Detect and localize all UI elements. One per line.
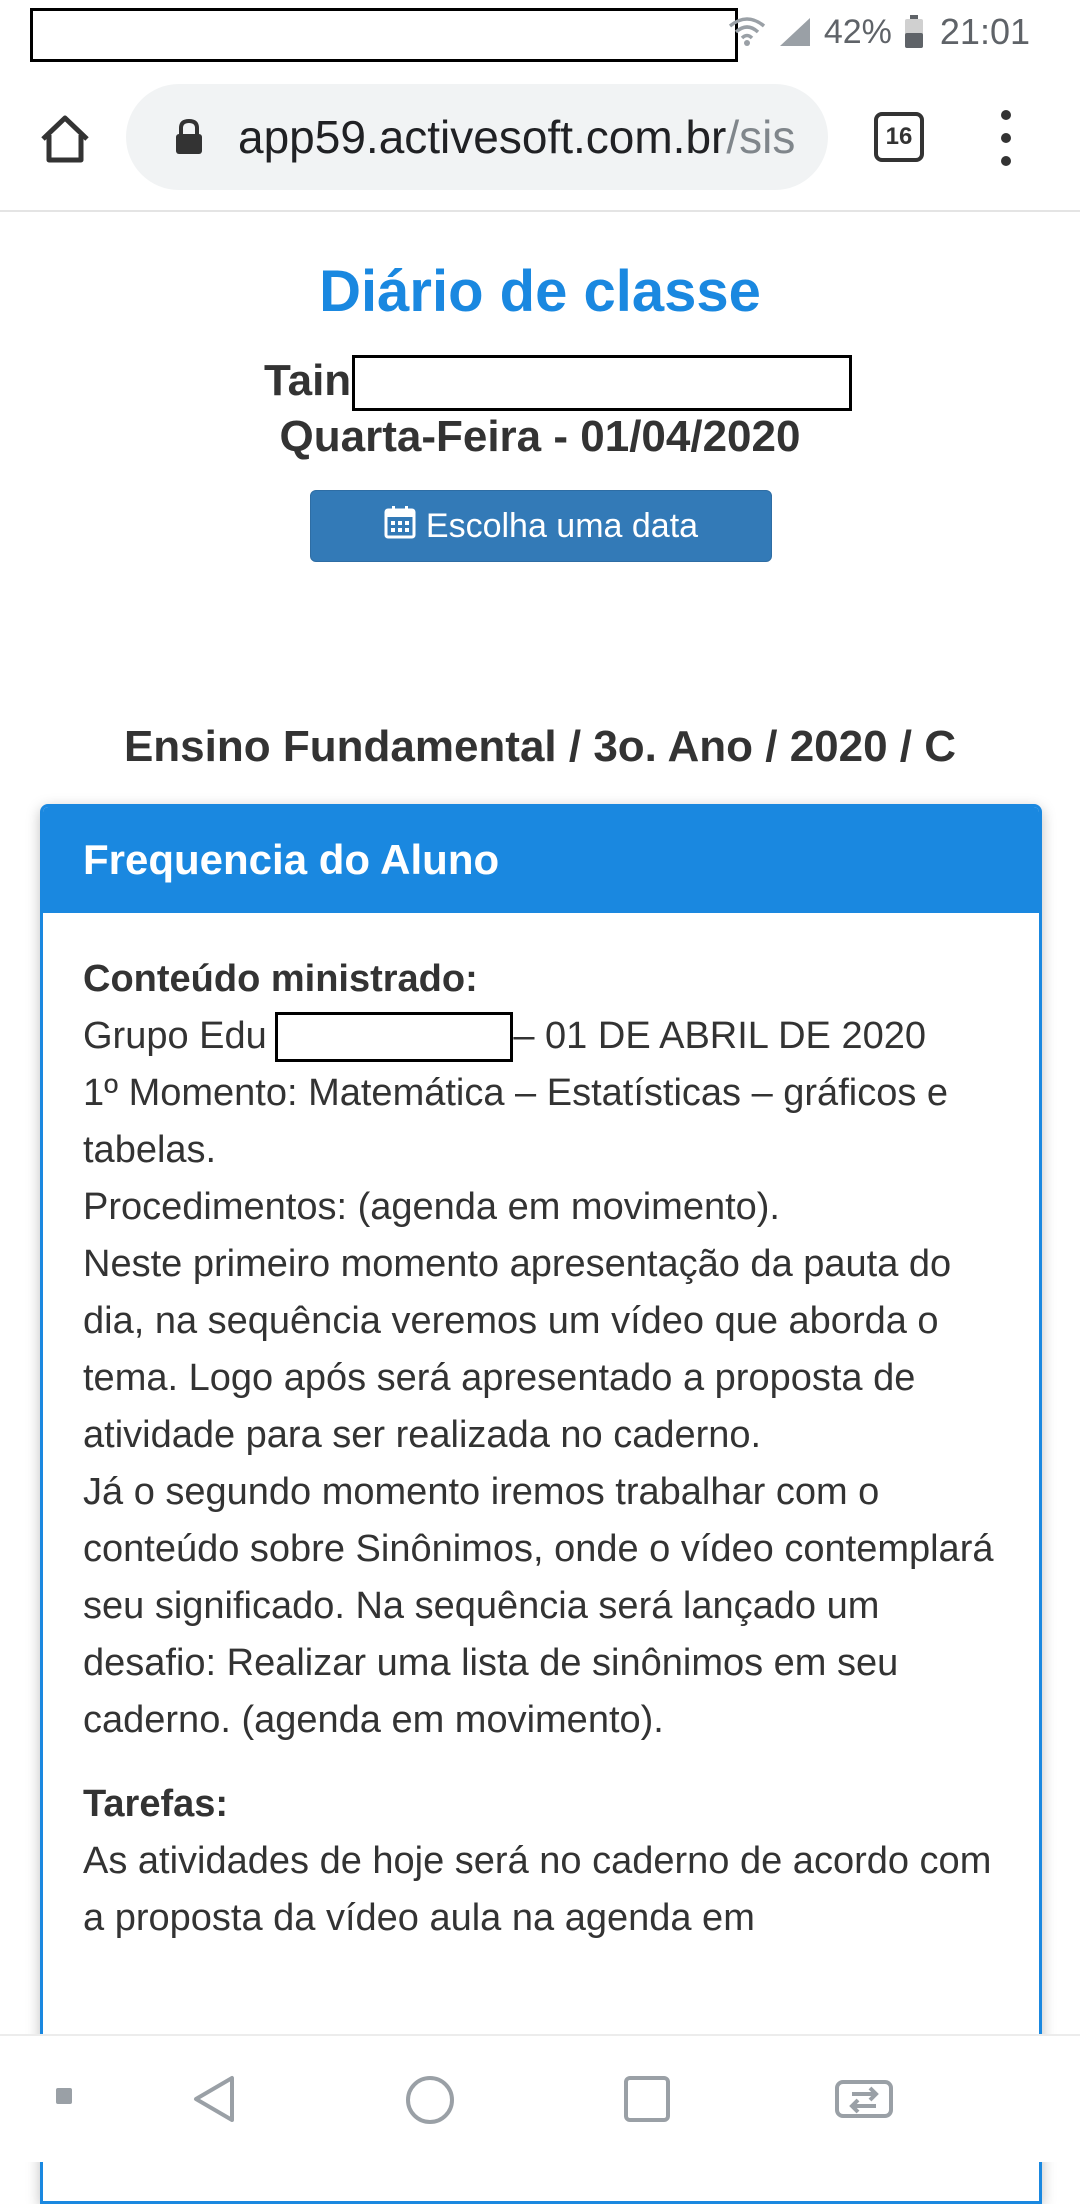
tab-switcher-button[interactable]: 16: [874, 112, 924, 162]
browser-menu-button[interactable]: [986, 110, 1026, 166]
content-label: Conteúdo ministrado:: [83, 958, 478, 1000]
lock-icon: [174, 118, 204, 161]
content-paragraph: Já o segundo momento iremos trabalhar co…: [83, 1471, 994, 1741]
date-line: Quarta-Feira - 01/04/2020: [279, 412, 801, 461]
redacted-group-name: [275, 1012, 513, 1062]
choose-date-label: Escolha uma data: [425, 506, 699, 545]
url-host: app59.activesoft.com.br: [238, 111, 727, 163]
content-paragraph: Procedimentos: (agenda em movimento).: [83, 1186, 780, 1228]
panel-header: Frequencia do Aluno: [43, 807, 1039, 913]
group-prefix: Grupo Edu: [83, 1015, 267, 1057]
back-button[interactable]: [190, 2074, 240, 2129]
clock: 21:01: [939, 11, 1030, 52]
attendance-panel: Frequencia do Aluno Conteúdo ministrado:…: [40, 804, 1042, 2204]
home-nav-button[interactable]: [404, 2074, 456, 2131]
menu-dot-icon: [1001, 156, 1011, 166]
choose-date-button[interactable]: Escolha uma data: [310, 490, 772, 562]
battery-icon: [904, 15, 924, 49]
content-paragraph: Neste primeiro momento apresentação da p…: [83, 1243, 952, 1456]
class-info: Ensino Fundamental / 3o. Ano / 2020 / C: [123, 722, 957, 771]
swap-icon: [834, 2074, 894, 2125]
url-path: /sis: [726, 111, 796, 163]
back-triangle-icon: [190, 2074, 240, 2129]
page-title: Diário de classe: [319, 259, 761, 324]
tasks-text: As atividades de hoje será no caderno de…: [83, 1840, 992, 1939]
browser-toolbar: app59.activesoft.com.br/sis 16: [0, 66, 1080, 212]
recents-button[interactable]: [622, 2074, 672, 2129]
signal-icon: [778, 16, 812, 48]
student-name: Tain: [264, 356, 352, 405]
status-bar: 42% 21:01: [0, 0, 1080, 66]
system-nav-bar: [0, 2034, 1080, 2162]
tasks-label: Tarefas:: [83, 1783, 229, 1825]
redacted-notification-area: [30, 8, 738, 62]
tab-count: 16: [885, 123, 913, 150]
switch-app-button[interactable]: [834, 2074, 894, 2125]
menu-dot-icon: [1001, 110, 1011, 120]
home-button[interactable]: [30, 106, 100, 176]
home-circle-icon: [404, 2074, 456, 2131]
address-bar[interactable]: app59.activesoft.com.br/sis: [126, 84, 828, 190]
calendar-icon: [384, 505, 416, 548]
status-icons: 42% 21:01: [728, 10, 1030, 54]
panel-body: Conteúdo ministrado: Grupo Edu – 01 DE A…: [83, 951, 1003, 1947]
nav-dot-icon: [56, 2088, 72, 2104]
menu-dot-icon: [1001, 133, 1011, 143]
group-suffix: – 01 DE ABRIL DE 2020: [502, 1015, 926, 1057]
wifi-icon: [728, 16, 766, 48]
recents-square-icon: [622, 2074, 672, 2129]
home-icon: [38, 113, 92, 170]
battery-percent: 42%: [823, 12, 892, 51]
group-line: Grupo Edu – 01 DE ABRIL DE 2020: [83, 1008, 1003, 1065]
url-text: app59.activesoft.com.br/sis: [238, 110, 795, 164]
redacted-student-name: [352, 355, 852, 411]
content-paragraph: 1º Momento: Matemática – Estatísticas – …: [83, 1072, 949, 1171]
